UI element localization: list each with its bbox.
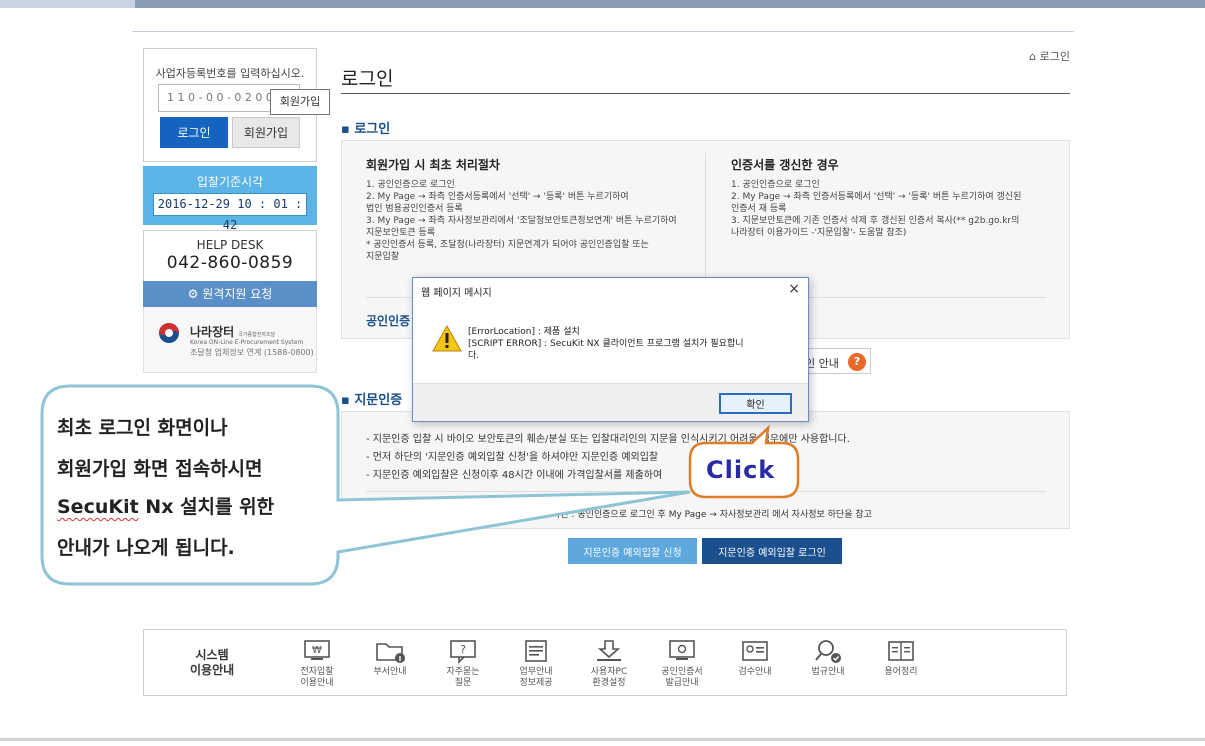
dialog-title: 웹 페이지 메시지 <box>421 288 492 299</box>
dialog-footer: 확인 <box>413 383 808 421</box>
ok-button[interactable]: 확인 <box>719 393 792 414</box>
dialog-message-line: 다. <box>468 351 480 361</box>
warning-icon <box>432 325 462 352</box>
dialog-message-line: [SCRIPT ERROR] : SecuKit NX 클라이언트 프로그램 설… <box>468 339 744 349</box>
web-page-message-dialog: 웹 페이지 메시지 × [ErrorLocation] : 제품 설치 [SCR… <box>412 277 809 422</box>
close-icon[interactable]: × <box>788 281 800 297</box>
click-label: Click <box>706 456 776 484</box>
callout-line: SecuKit Nx 설치를 위한 <box>57 496 275 518</box>
callout-line: 최초 로그인 화면이나 <box>57 417 228 439</box>
callout-line: 회원가입 화면 접속하시면 <box>57 458 263 480</box>
bottom-divider <box>0 738 1205 741</box>
callout-line: 안내가 나오게 됩니다. <box>57 537 235 559</box>
